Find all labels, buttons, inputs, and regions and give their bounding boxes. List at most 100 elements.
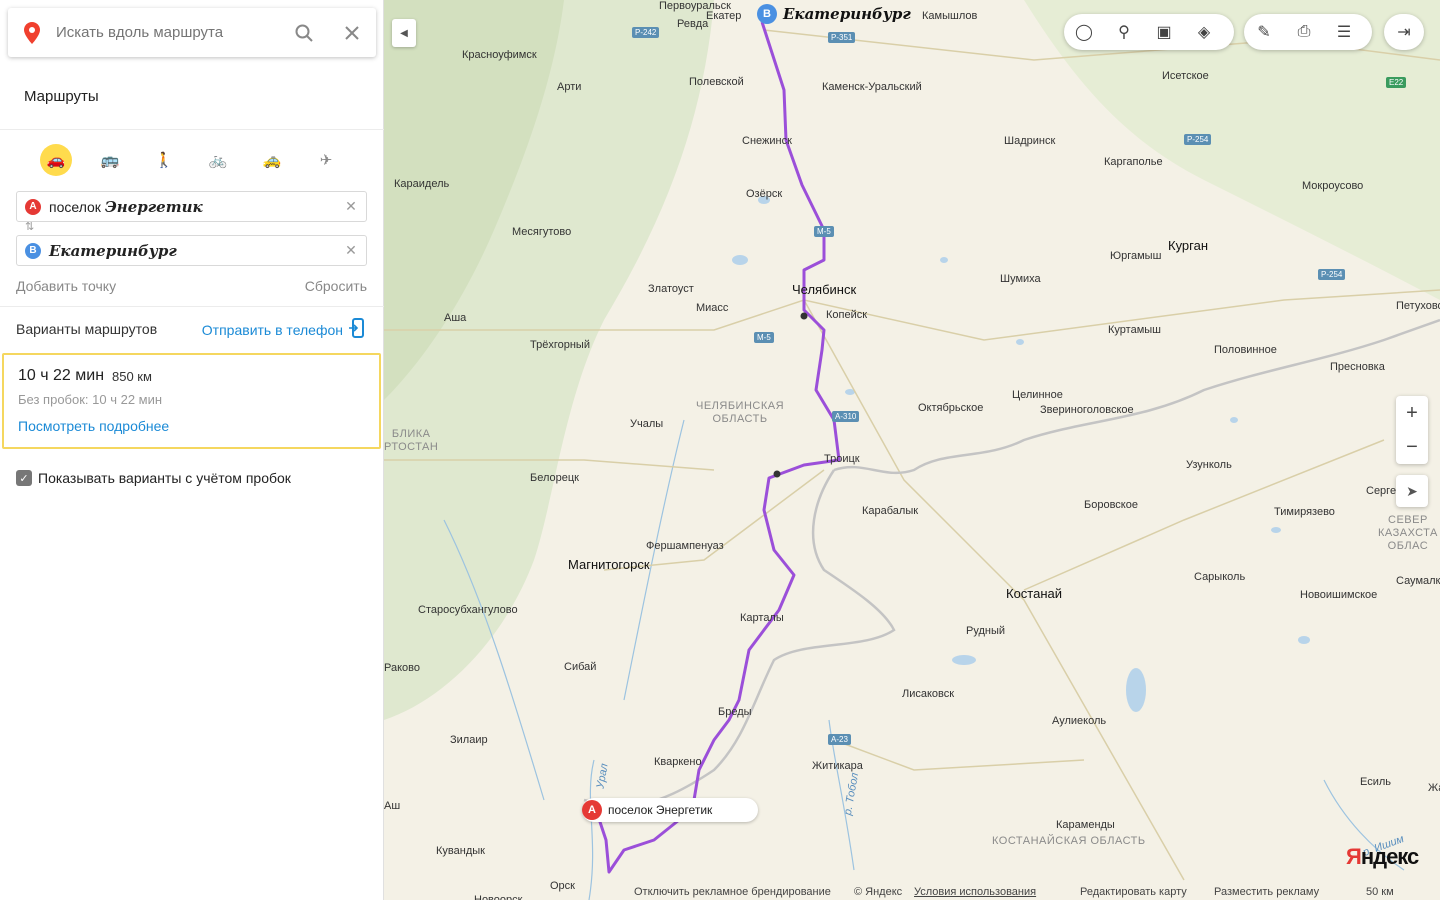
clear-point-b-icon[interactable]: ✕	[336, 242, 366, 259]
city-label: Половинное	[1214, 344, 1277, 356]
mode-bus-button[interactable]: 🚌	[94, 144, 126, 176]
city-label: Магнитогорск	[568, 557, 650, 572]
road-sign: Р-242	[632, 27, 660, 38]
zoom-out-button[interactable]: −	[1396, 430, 1428, 464]
city-label: Кваркено	[654, 756, 702, 768]
route-waypoint	[800, 312, 808, 320]
city-label: Юргамыш	[1110, 250, 1162, 262]
route-start-pin[interactable]: A поселок Энергетик	[582, 798, 758, 822]
city-label: Есиль	[1360, 776, 1392, 788]
city-label: Кувандык	[436, 845, 485, 857]
route-no-traffic-time: Без пробок: 10 ч 22 мин	[18, 392, 163, 407]
road-sign: М-5	[754, 332, 774, 343]
city-label: Арти	[557, 81, 582, 93]
rivers	[443, 419, 1405, 900]
ruler-icon[interactable]: ✎	[1244, 14, 1284, 50]
checkbox-checked-icon[interactable]: ✓	[16, 470, 32, 486]
city-label: Копейск	[826, 309, 868, 321]
app: Искать вдоль маршрута Маршруты 🚗 🚌 🚶 🚲 🚕…	[0, 0, 1440, 900]
login-button[interactable]: ⇥	[1384, 14, 1424, 50]
reset-link[interactable]: Сбросить	[305, 278, 367, 294]
login-icon[interactable]: ⇥	[1384, 14, 1424, 50]
print-icon[interactable]: ⎙	[1284, 14, 1324, 50]
transport-icon[interactable]: ▣	[1144, 14, 1184, 50]
route-waypoint	[773, 470, 781, 478]
panorama-icon[interactable]: ⚲	[1104, 14, 1144, 50]
map-layers-toolbar: ◯ ⚲ ▣ ◈	[1064, 14, 1234, 50]
city-label: Куртамыш	[1108, 324, 1161, 336]
city-label: Камышлов	[922, 10, 978, 22]
phone-icon	[349, 318, 365, 341]
city-label: Шадринск	[1004, 135, 1056, 147]
point-a-badge: A	[25, 198, 41, 215]
city-label: Челябинск	[792, 282, 857, 297]
layers-icon[interactable]: ◈	[1184, 14, 1224, 50]
mode-walk-button[interactable]: 🚶	[148, 144, 180, 176]
city-label: Шумиха	[1000, 273, 1041, 285]
city-label: Екатер	[706, 10, 742, 22]
disable-branding-link[interactable]: Отключить рекламное брендирование	[634, 886, 831, 898]
city-label: Сарыколь	[1194, 571, 1246, 583]
send-to-phone-label: Отправить в телефон	[201, 321, 343, 338]
search-icon[interactable]	[280, 8, 328, 57]
city-label: Старосубхангулово	[418, 604, 518, 616]
traffic-icon[interactable]: ◯	[1064, 14, 1104, 50]
region-label: СЕВЕР КАЗАХСТА ОБЛАС	[1378, 514, 1438, 552]
search-input[interactable]: Искать вдоль маршрута	[56, 24, 280, 41]
mode-plane-button[interactable]: ✈	[310, 144, 342, 176]
map-canvas[interactable]: Первоуральск Ревда Екатер Камышлов Красноуфи…	[384, 0, 1440, 900]
city-label: Красноуфимск	[462, 49, 537, 61]
region-label: КОСТАНАЙСКАЯ ОБЛАСТЬ	[992, 835, 1146, 847]
zoom-in-button[interactable]: +	[1396, 396, 1428, 430]
city-label: Озёрск	[746, 188, 783, 200]
route-search-box[interactable]: Искать вдоль маршрута	[8, 8, 376, 57]
traffic-toggle[interactable]: ✓ Показывать варианты с учётом пробок	[16, 470, 291, 486]
route-card[interactable]: 10 ч 22 мин 850 км Без пробок: 10 ч 22 м…	[2, 353, 381, 449]
point-b-badge: B	[757, 4, 777, 24]
scale-label: 50 км	[1366, 886, 1394, 898]
add-point-link[interactable]: Добавить точку	[16, 278, 116, 294]
close-icon[interactable]	[328, 8, 376, 57]
city-label: Жаксы	[1428, 782, 1440, 794]
point-a-field[interactable]: A поселок Энергетик ✕	[16, 191, 367, 222]
taxi-icon: 🚕	[262, 152, 282, 169]
mode-car-button[interactable]: 🚗	[40, 144, 72, 176]
city-label: Раково	[384, 662, 420, 674]
city-label: Октябрьское	[918, 402, 984, 414]
place-ad-link[interactable]: Разместить рекламу	[1214, 886, 1319, 898]
route-details-link[interactable]: Посмотреть подробнее	[18, 418, 169, 434]
city-label: Каменск-Уральский	[822, 81, 922, 93]
point-a-prefix: поселок	[49, 198, 101, 215]
collapse-panel-button[interactable]: ◀	[392, 19, 416, 47]
route-variants-label: Варианты маршрутов	[16, 321, 158, 337]
city-label: Учалы	[630, 418, 664, 430]
traffic-toggle-label: Показывать варианты с учётом пробок	[38, 470, 291, 486]
road-sign: E22	[1386, 77, 1407, 88]
route-end-pin[interactable]: B Екатеринбург	[757, 2, 921, 26]
road-sign: М-5	[814, 226, 834, 237]
swap-points-icon[interactable]: ⇅	[25, 220, 34, 233]
send-to-phone-link[interactable]: Отправить в телефон	[202, 318, 365, 341]
point-a-value[interactable]: поселок Энергетик	[49, 198, 336, 216]
city-label: Зилаир	[450, 734, 488, 746]
edit-map-link[interactable]: Редактировать карту	[1080, 886, 1187, 898]
city-label: Житикара	[812, 760, 863, 772]
point-a-name: Энергетик	[104, 197, 203, 216]
road-sign: А-310	[832, 411, 860, 422]
map-tools-toolbar: ✎ ⎙ ☰	[1244, 14, 1372, 50]
terms-link[interactable]: Условия использования	[914, 886, 1036, 898]
city-label: Полевской	[689, 76, 744, 88]
clear-point-a-icon[interactable]: ✕	[336, 198, 366, 215]
city-label: Карабалык	[862, 505, 919, 517]
routes-title: Маршруты	[24, 88, 99, 105]
city-label: Белорецк	[530, 472, 579, 484]
menu-icon[interactable]: ☰	[1324, 14, 1364, 50]
point-a-badge: A	[582, 800, 602, 820]
point-b-field[interactable]: B Екатеринбург ✕	[16, 235, 367, 266]
geolocation-button[interactable]: ➤	[1396, 475, 1428, 507]
mode-taxi-button[interactable]: 🚕	[256, 144, 288, 176]
point-b-value[interactable]: Екатеринбург	[49, 242, 336, 260]
city-label: Узунколь	[1186, 459, 1232, 471]
mode-bike-button[interactable]: 🚲	[202, 144, 234, 176]
bike-icon: 🚲	[208, 152, 228, 169]
